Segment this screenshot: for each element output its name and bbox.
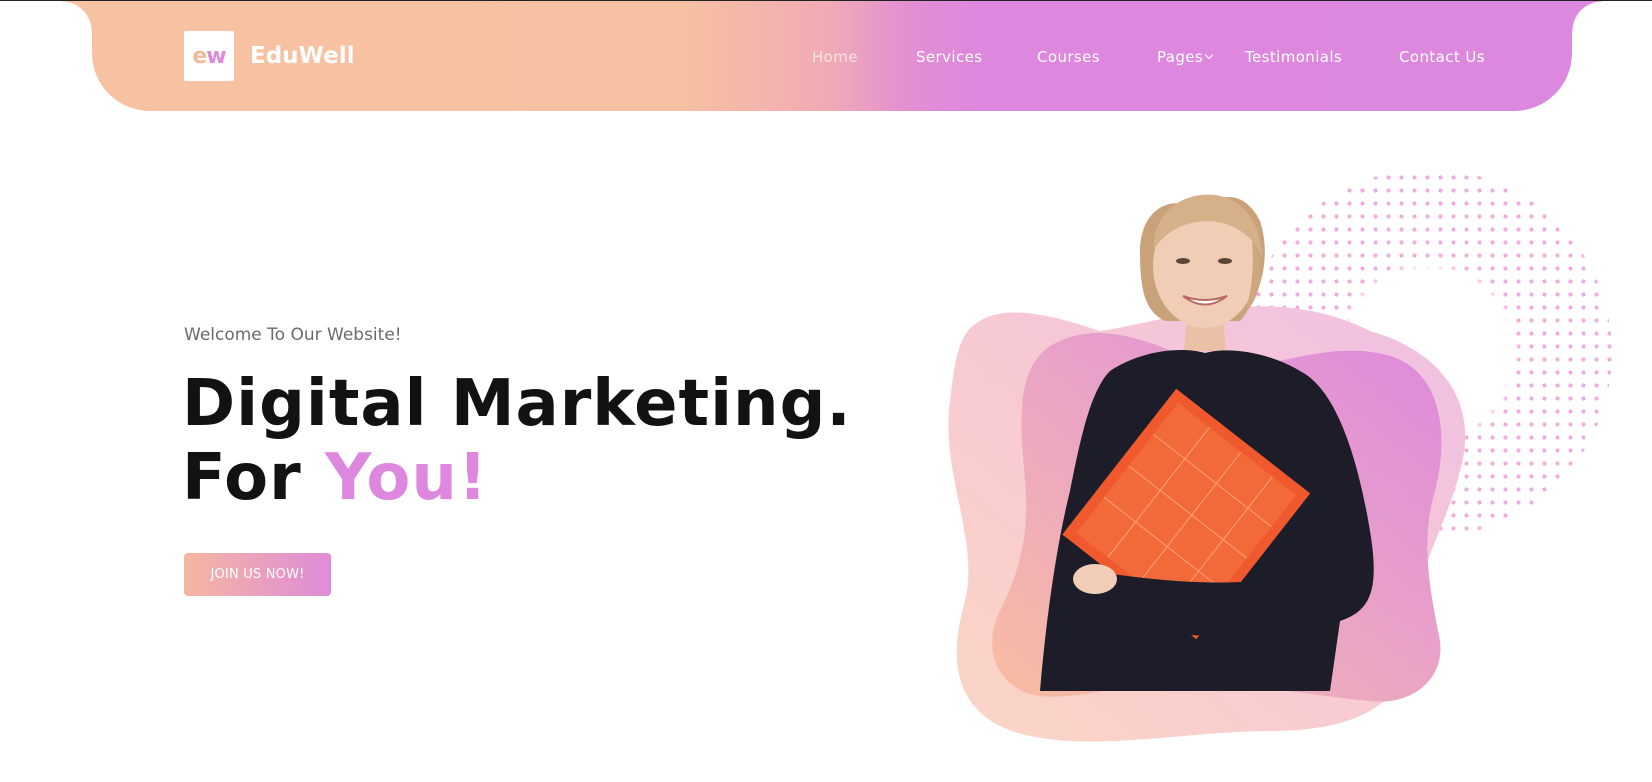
chevron-down-icon xyxy=(1204,50,1214,60)
nav-item-services[interactable]: Services xyxy=(916,48,982,66)
nav-item-courses[interactable]: Courses xyxy=(1037,48,1100,66)
nav-item-home[interactable]: Home xyxy=(812,48,858,66)
page: ew EduWell Home Services Courses Pages T… xyxy=(0,0,1652,782)
hero-headline: Digital Marketing. For You! xyxy=(182,367,852,515)
nav-item-testimonials[interactable]: Testimonials xyxy=(1245,48,1342,66)
nav-item-pages[interactable]: Pages xyxy=(1157,48,1214,66)
hero-illustration xyxy=(948,171,1612,742)
header-corner-left xyxy=(62,1,92,31)
join-us-button[interactable]: JOIN US NOW! xyxy=(184,553,331,596)
welcome-text: Welcome To Our Website! xyxy=(184,325,402,345)
headline-line-1: Digital Marketing. xyxy=(182,367,852,441)
header-corner-right xyxy=(1572,1,1602,31)
main-nav: Home Services Courses Pages Testimonials… xyxy=(0,48,1652,68)
headline-line-2-prefix: For xyxy=(182,441,325,515)
nav-item-contact-us[interactable]: Contact Us xyxy=(1399,48,1485,66)
nav-item-pages-label: Pages xyxy=(1157,48,1204,66)
headline-accent: You! xyxy=(324,441,489,515)
